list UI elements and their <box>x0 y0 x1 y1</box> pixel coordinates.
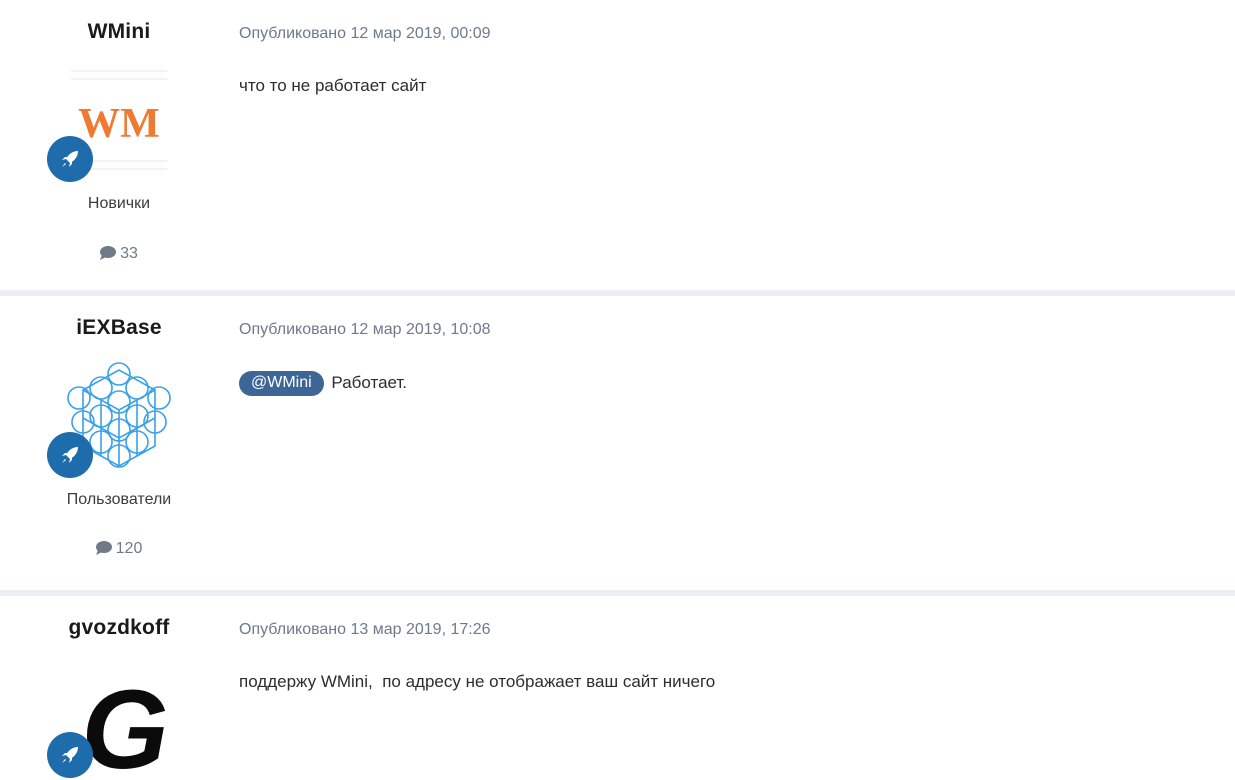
post-body: @WMini Работает. <box>239 371 408 397</box>
post-count-value: 33 <box>120 245 138 262</box>
author-panel: WMini WM Новички 33 <box>0 0 238 290</box>
post-date[interactable]: Опубликовано 12 мар 2019, 00:09 <box>239 25 491 43</box>
post-body: поддержу WMini, по адресу не отображает … <box>239 672 716 691</box>
user-mention[interactable]: @WMini <box>239 371 324 396</box>
avatar-logo-text: WM <box>78 101 160 147</box>
post-date[interactable]: Опубликовано 13 мар 2019, 17:26 <box>239 621 491 639</box>
post: iEXBase Пользователи 120 Опубликовано 12… <box>0 296 1235 590</box>
post-count[interactable]: 33 <box>0 245 238 263</box>
author-panel: gvozdkoff G <box>0 596 238 780</box>
post-body-text: Работает. <box>331 373 408 392</box>
comment-icon <box>100 246 117 260</box>
post-content: Опубликовано 13 мар 2019, 17:26 поддержу… <box>239 596 1235 780</box>
rank-badge <box>47 136 93 182</box>
rocket-icon <box>62 747 78 763</box>
rank-badge <box>47 432 93 478</box>
post: gvozdkoff G Опубликовано 13 мар 2019, 17… <box>0 596 1235 780</box>
author-name[interactable]: WMini <box>0 20 238 44</box>
post-body: что то не работает сайт <box>239 76 427 95</box>
post-date[interactable]: Опубликовано 12 мар 2019, 10:08 <box>239 321 491 339</box>
rocket-icon <box>62 151 78 167</box>
post-content: Опубликовано 12 мар 2019, 00:09 что то н… <box>239 0 1235 290</box>
author-name[interactable]: iEXBase <box>0 316 238 340</box>
post: WMini WM Новички 33 Опубликовано 12 мар … <box>0 0 1235 290</box>
post-content: Опубликовано 12 мар 2019, 10:08 @WMini Р… <box>239 296 1235 590</box>
user-group: Пользователи <box>66 491 172 508</box>
avatar-letter: G <box>81 667 168 772</box>
post-count-value: 120 <box>115 540 143 557</box>
author-panel: iEXBase Пользователи 120 <box>0 296 238 590</box>
comment-icon <box>95 541 112 555</box>
post-count[interactable]: 120 <box>0 540 238 558</box>
user-group: Новички <box>87 195 151 212</box>
author-name[interactable]: gvozdkoff <box>0 616 238 640</box>
rank-badge <box>47 732 93 778</box>
rocket-icon <box>62 447 78 463</box>
comment-thread: WMini WM Новички 33 Опубликовано 12 мар … <box>0 0 1235 780</box>
